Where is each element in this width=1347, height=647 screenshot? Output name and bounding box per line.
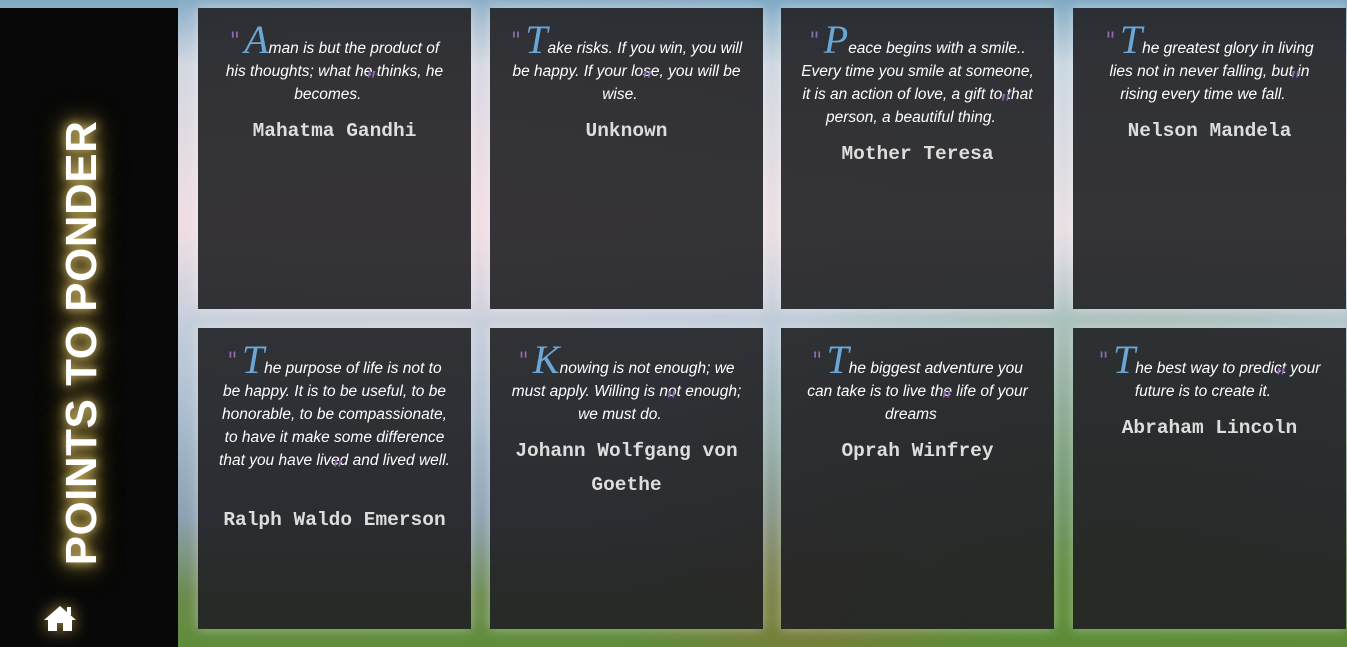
- quote-body: he best way to predict your future is to…: [1134, 360, 1321, 400]
- quote-author: Mother Teresa: [841, 143, 994, 165]
- open-quote-icon: ": [510, 29, 521, 54]
- quote-text: " Peace begins with a smile.. Every time…: [801, 20, 1034, 129]
- quote-card: " The best way to predict your future is…: [1073, 328, 1346, 629]
- quote-first-letter: A: [244, 17, 269, 62]
- close-quote-icon: ″: [1274, 362, 1285, 392]
- quote-first-letter: T: [1119, 17, 1143, 62]
- quote-author: Oprah Winfrey: [841, 440, 994, 462]
- quote-author: Johann Wolfgang von Goethe: [515, 440, 738, 496]
- close-quote-icon: ″: [331, 454, 342, 484]
- quote-first-letter: T: [826, 337, 849, 382]
- quote-text: " Take risks. If you win, you will be ha…: [510, 20, 743, 106]
- quote-first-letter: P: [823, 17, 849, 62]
- close-quote-icon: ″: [365, 65, 375, 95]
- quote-author: Ralph Waldo Emerson: [223, 509, 446, 531]
- close-quote-icon: ″: [641, 65, 651, 95]
- quote-text: " Aman is but the product of his thought…: [218, 20, 451, 106]
- quote-card: " The greatest glory in living lies not …: [1073, 8, 1346, 309]
- quote-first-letter: T: [525, 17, 548, 62]
- quote-card: " The purpose of life is not to be happy…: [198, 328, 471, 629]
- quote-card: " Peace begins with a smile.. Every time…: [781, 8, 1054, 309]
- open-quote-icon: ": [227, 349, 238, 374]
- quote-first-letter: T: [241, 337, 265, 382]
- quote-text: " The biggest adventure you can take is …: [801, 340, 1034, 426]
- open-quote-icon: ": [229, 29, 240, 54]
- open-quote-icon: ": [518, 349, 529, 374]
- quote-card: " Knowing is not enough; we must apply. …: [490, 328, 763, 629]
- close-quote-icon: ″: [665, 385, 675, 415]
- open-quote-icon: ": [1098, 349, 1109, 374]
- quote-card: " Take risks. If you win, you will be ha…: [490, 8, 763, 309]
- quote-body: ake risks. If you win, you will be happy…: [512, 40, 743, 103]
- quote-card: " Aman is but the product of his thought…: [198, 8, 471, 309]
- quote-author: Mahatma Gandhi: [252, 120, 417, 142]
- open-quote-icon: ": [1105, 29, 1116, 54]
- close-quote-icon: ″: [940, 385, 950, 415]
- close-quote-icon: ″: [1289, 65, 1299, 95]
- quote-text: " Knowing is not enough; we must apply. …: [510, 340, 743, 426]
- close-quote-icon: ″: [999, 88, 1009, 118]
- quote-text: " The greatest glory in living lies not …: [1093, 20, 1326, 106]
- sidebar: POINTS TO PONDER: [0, 8, 178, 647]
- quote-first-letter: T: [1112, 337, 1136, 382]
- quote-text: " The best way to predict your future is…: [1093, 340, 1326, 403]
- quote-first-letter: K: [532, 337, 560, 382]
- home-icon[interactable]: [43, 604, 77, 632]
- quote-author: Unknown: [585, 120, 668, 142]
- open-quote-icon: ": [812, 349, 823, 374]
- quote-author: Abraham Lincoln: [1121, 417, 1298, 439]
- quote-card: " The biggest adventure you can take is …: [781, 328, 1054, 629]
- quote-author: Nelson Mandela: [1127, 120, 1292, 142]
- open-quote-icon: ": [809, 29, 820, 54]
- quote-text: " The purpose of life is not to be happy…: [218, 340, 451, 495]
- page-title: POINTS TO PONDER: [57, 120, 106, 566]
